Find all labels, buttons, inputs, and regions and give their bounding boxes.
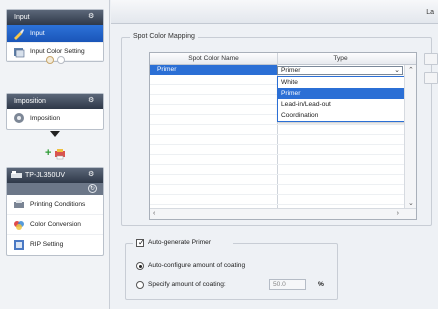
sidebar-item-input[interactable]: Input [7, 25, 103, 43]
specify-amount-label[interactable]: Specify amount of coating: [148, 281, 226, 288]
sidebar-item-printing-conditions[interactable]: Printing Conditions [7, 195, 103, 215]
imposition-panel-header[interactable]: Imposition ⚙ [7, 94, 103, 109]
chevron-down-icon[interactable]: ⌄ [394, 67, 400, 75]
table-row[interactable] [150, 195, 404, 205]
input-panel: Input ⚙ Input Input Color Setting [6, 9, 104, 62]
auto-generate-primer-checkbox[interactable]: ✓ [136, 238, 145, 247]
refresh-icon[interactable]: ↻ [88, 184, 97, 193]
dropdown-option-white[interactable]: White [278, 77, 404, 88]
scroll-up-icon[interactable]: ⌃ [408, 66, 414, 74]
table-row[interactable] [150, 145, 404, 155]
type-dropdown-list: White Primer Lead-in/Lead-out Coordinati… [277, 76, 405, 122]
sidebar-item-input-color-setting[interactable]: Input Color Setting [7, 43, 103, 61]
sidebar-item-label: Input Color Setting [30, 48, 85, 55]
input-icon [14, 29, 24, 40]
sidebar-item-label: Color Conversion [30, 221, 81, 228]
scroll-down-icon[interactable]: ⌄ [408, 199, 414, 207]
sidebar-item-label: Printing Conditions [30, 201, 86, 208]
spot-color-name-cell[interactable]: Primer [150, 65, 277, 75]
radio-selected-dot [139, 265, 142, 268]
scroll-right-icon[interactable]: › [397, 210, 399, 217]
sidebar-item-label: RIP Setting [30, 241, 64, 248]
specify-amount-radio[interactable] [136, 281, 144, 289]
auto-generate-primer-header: ✓ Auto-generate Primer [133, 237, 233, 249]
spot-color-mapping-title: Spot Color Mapping [130, 33, 198, 40]
sidebar-item-label: Input [30, 30, 45, 37]
printing-conditions-icon [14, 200, 24, 208]
type-combobox-value: Primer [281, 67, 301, 74]
printer-icon [55, 149, 65, 160]
dropdown-option-coordination[interactable]: Coordination [278, 110, 404, 121]
auto-configure-label[interactable]: Auto-configure amount of coating [148, 262, 245, 269]
spot-color-table: Spot Color Name Type Primer Primer ⌄ Whi… [149, 52, 417, 220]
printer-subheader: ↻ [7, 183, 103, 195]
checkmark-icon: ✓ [138, 238, 145, 247]
table-header: Spot Color Name Type [150, 53, 416, 65]
gear-icon[interactable]: ⚙ [88, 13, 96, 21]
table-row[interactable] [150, 135, 404, 145]
link-circle-icon [57, 56, 65, 64]
printer-panel: TP-JL350UV ⚙ ↻ Printing Conditions Color… [6, 167, 104, 256]
input-panel-header[interactable]: Input ⚙ [7, 10, 103, 25]
auto-configure-radio[interactable] [136, 262, 144, 270]
printer-panel-header[interactable]: TP-JL350UV ⚙ [7, 168, 103, 183]
sidebar-item-imposition[interactable]: Imposition [7, 109, 103, 129]
type-combobox[interactable]: Primer ⌄ [277, 66, 403, 75]
percent-unit: % [318, 281, 324, 288]
sidebar-item-rip-setting[interactable]: RIP Setting [7, 235, 103, 255]
side-button-2[interactable] [424, 72, 438, 84]
table-row[interactable] [150, 155, 404, 165]
printer-model-icon [11, 171, 22, 178]
plus-icon: + [45, 147, 52, 159]
table-row[interactable] [150, 185, 404, 195]
flow-arrow-icon [50, 131, 60, 137]
horizontal-scrollbar[interactable]: ‹ › [150, 208, 416, 219]
table-row[interactable] [150, 175, 404, 185]
sidebar-item-color-conversion[interactable]: Color Conversion [7, 215, 103, 235]
table-row[interactable]: Primer Primer ⌄ [150, 65, 404, 75]
imposition-panel-title: Imposition [14, 98, 46, 105]
scroll-left-icon[interactable]: ‹ [153, 210, 155, 217]
rip-setting-icon [14, 240, 24, 250]
auto-generate-primer-label[interactable]: Auto-generate Primer [148, 239, 211, 246]
side-button-1[interactable] [424, 53, 438, 65]
sidebar-item-label: Imposition [30, 115, 61, 122]
imposition-panel: Imposition ⚙ Imposition [6, 93, 104, 130]
link-circle-icon [46, 56, 54, 64]
dropdown-option-primer[interactable]: Primer [278, 88, 404, 99]
vertical-scrollbar[interactable]: ⌃ ⌄ [404, 65, 416, 208]
top-strip-label: La [426, 9, 434, 16]
printer-panel-title: TP-JL350UV [25, 172, 66, 179]
auto-generate-primer-group [125, 243, 338, 300]
top-strip: La [111, 0, 438, 24]
input-panel-title: Input [14, 14, 30, 21]
table-row[interactable] [150, 165, 404, 175]
gear-icon[interactable]: ⚙ [88, 171, 96, 179]
column-header-type[interactable]: Type [277, 53, 404, 65]
dropdown-option-lead-in-lead-out[interactable]: Lead-in/Lead-out [278, 99, 404, 110]
imposition-icon [14, 113, 24, 123]
column-header-spot-color-name[interactable]: Spot Color Name [150, 53, 277, 65]
workflow-sidebar: Input ⚙ Input Input Color Setting Imposi… [0, 0, 110, 309]
gear-icon[interactable]: ⚙ [88, 97, 96, 105]
table-row[interactable] [150, 125, 404, 135]
color-conversion-icon [14, 221, 24, 230]
add-printer-button[interactable]: + [45, 147, 67, 161]
coating-amount-field[interactable]: 50.0 [269, 279, 306, 290]
color-setting-icon [14, 48, 25, 58]
